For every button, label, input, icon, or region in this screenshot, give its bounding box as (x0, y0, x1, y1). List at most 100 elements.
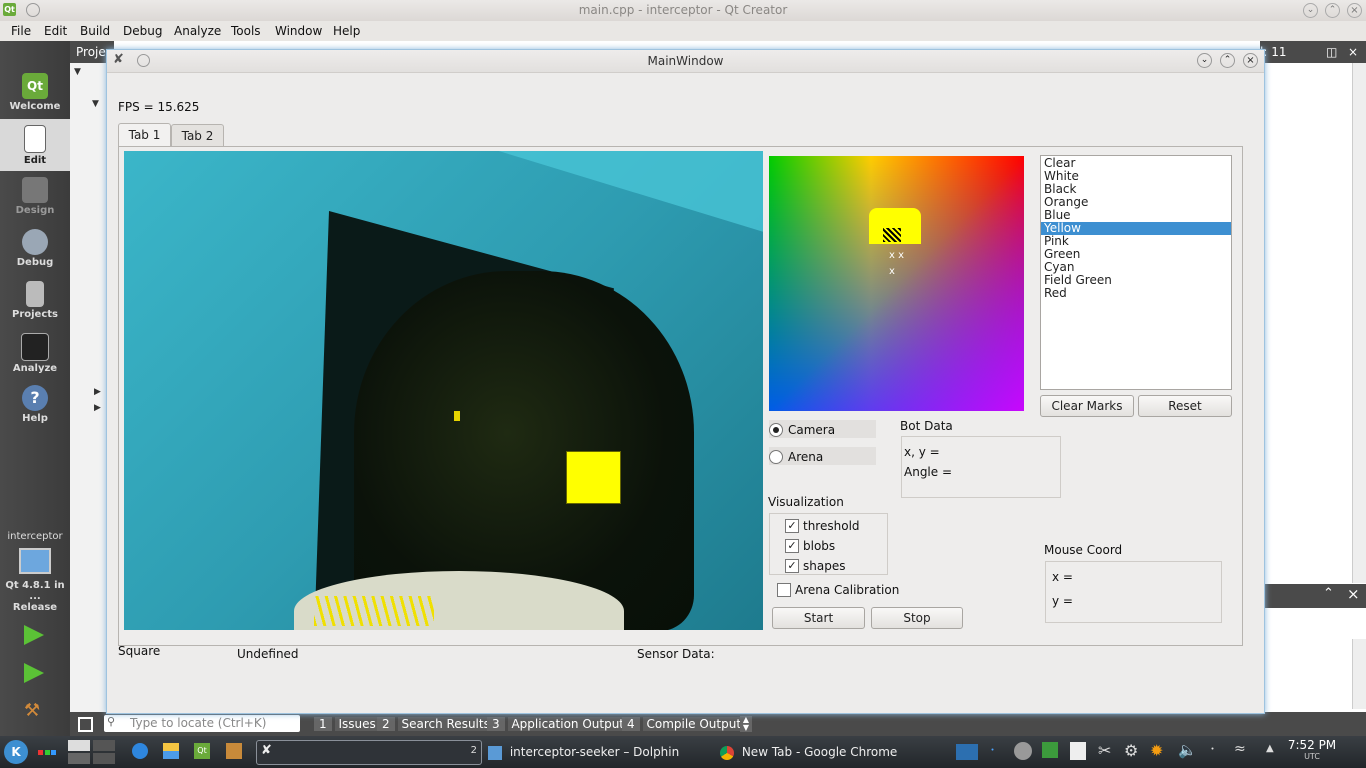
close-icon[interactable]: × (1243, 53, 1258, 68)
task-dolphin[interactable]: interceptor-seeker – Dolphin (488, 740, 708, 764)
close-pane-icon[interactable]: × (1347, 585, 1360, 603)
output-tab-compile-output[interactable]: 4 Compile Output (622, 714, 745, 734)
menu-analyze[interactable]: Analyze (174, 24, 221, 38)
projects-collapse-icon[interactable]: ▼ (74, 67, 81, 77)
activities-icon[interactable] (38, 750, 56, 755)
bluetooth-icon[interactable]: ᛫ (988, 742, 997, 760)
mouse-y-label: y = (1052, 594, 1073, 608)
menu-tools[interactable]: Tools (231, 24, 261, 38)
shape-label: Square (118, 644, 161, 658)
wifi-icon[interactable]: ≈ (1234, 741, 1246, 757)
qtcreator-launch-icon[interactable]: Qt (194, 743, 210, 759)
close-icon[interactable]: × (1347, 3, 1362, 18)
kit-selector[interactable]: interceptor Qt 4.8.1 in ... Release (0, 531, 70, 613)
debug-run-icon[interactable] (24, 663, 44, 683)
output-tab-search-results[interactable]: 2 Search Results (377, 714, 493, 734)
color-item-selected[interactable]: Yellow (1041, 222, 1231, 235)
pager-desktop-3[interactable] (93, 740, 115, 751)
output-scrollbar[interactable] (1352, 639, 1366, 709)
tree-expand-icon[interactable]: ▶ (94, 387, 101, 397)
camera-radio[interactable] (769, 423, 783, 437)
settings-gear-icon[interactable]: ⚙ (1124, 741, 1138, 760)
pager-desktop-1[interactable] (68, 740, 90, 751)
clear-marks-button[interactable]: Clear Marks (1040, 395, 1134, 417)
mode-debug[interactable]: Debug (0, 223, 70, 275)
toggle-sidebar-icon[interactable] (78, 717, 93, 732)
browser-icon[interactable] (132, 743, 148, 759)
maximize-pane-icon[interactable]: ⌃ (1323, 586, 1334, 601)
shapes-checkbox[interactable]: ✓ (785, 559, 799, 573)
notifications-burst-icon[interactable]: ✹ (1150, 741, 1163, 760)
mode-help[interactable]: ? Help (0, 379, 70, 431)
hue-overlay (769, 156, 1024, 411)
threshold-checkbox[interactable]: ✓ (785, 519, 799, 533)
build-hammer-icon[interactable]: ⚒ (24, 701, 44, 721)
maximize-icon[interactable]: ⌃ (1220, 53, 1235, 68)
output-tabs-menu-icon[interactable]: ▲ ▼ (740, 716, 752, 732)
mode-label: Welcome (9, 101, 61, 112)
output-tab-issues[interactable]: 1 Issues (314, 714, 379, 734)
color-item[interactable]: Field Green (1041, 274, 1231, 287)
camera-view[interactable] (124, 151, 763, 630)
shapes-label: shapes (803, 559, 846, 573)
menu-file[interactable]: File (11, 24, 31, 38)
kit-target: Qt 4.8.1 in ... (5, 580, 65, 602)
task-mainwindow[interactable]: ✘ 2 (256, 740, 482, 765)
notes-icon[interactable] (1070, 742, 1086, 760)
mode-edit[interactable]: Edit (0, 119, 70, 171)
clipboard-scissors-icon[interactable]: ✂ (1098, 741, 1111, 760)
menu-help[interactable]: Help (333, 24, 360, 38)
tray-expand-icon[interactable]: ▲ (1266, 743, 1274, 754)
maximize-icon[interactable]: ⌃ (1325, 3, 1340, 18)
clock[interactable]: 7:52 PM UTC (1284, 738, 1340, 761)
display-icon[interactable] (956, 744, 978, 760)
tree-collapse-icon[interactable]: ▼ (92, 99, 99, 109)
pager-desktop-2[interactable] (68, 753, 90, 764)
editor-scrollbar[interactable] (1352, 63, 1366, 583)
bot-data-title: Bot Data (900, 419, 953, 433)
file-manager-icon[interactable] (226, 743, 242, 759)
mode-welcome[interactable]: Qt Welcome (0, 67, 70, 119)
minimize-icon[interactable]: ⌄ (1303, 3, 1318, 18)
close-editor-icon[interactable]: × (1348, 41, 1358, 63)
hue-mark: x (889, 266, 895, 277)
run-icon[interactable] (24, 625, 44, 645)
tab-1[interactable]: Tab 1 (118, 123, 171, 147)
tab-2[interactable]: Tab 2 (171, 124, 224, 147)
arena-radio[interactable] (769, 450, 783, 464)
color-item[interactable]: Red (1041, 287, 1231, 300)
stop-button[interactable]: Stop (871, 607, 963, 629)
tab-number: 1 (314, 717, 332, 731)
tree-expand-icon[interactable]: ▶ (94, 403, 101, 413)
split-icon[interactable]: ◫ (1326, 41, 1337, 63)
blobs-checkbox[interactable]: ✓ (785, 539, 799, 553)
start-button[interactable]: Start (772, 607, 865, 629)
mode-design[interactable]: Design (0, 171, 70, 223)
arena-label: Arena (788, 450, 824, 464)
mainwindow-titlebar: ✘ MainWindow ⌄ ⌃ × (107, 50, 1264, 73)
menu-edit[interactable]: Edit (44, 24, 67, 38)
locate-field[interactable]: ⚲ Type to locate (Ctrl+K) (104, 715, 300, 732)
color-picker[interactable]: x x x (769, 156, 1024, 411)
output-tab-application-output[interactable]: 3 Application Output (487, 714, 628, 734)
volume-icon[interactable]: 🔈 (1178, 741, 1197, 759)
task-chrome[interactable]: New Tab - Google Chrome (720, 740, 940, 764)
menu-build[interactable]: Build (80, 24, 110, 38)
locate-placeholder: Type to locate (Ctrl+K) (130, 716, 267, 730)
arena-calibration-checkbox[interactable] (777, 583, 791, 597)
kde-launcher-icon[interactable]: K (4, 740, 28, 764)
updates-icon[interactable] (1042, 742, 1058, 758)
package-icon[interactable] (163, 743, 179, 759)
color-list[interactable]: Clear White Black Orange Blue Yellow Pin… (1040, 155, 1232, 390)
mode-projects[interactable]: Projects (0, 275, 70, 327)
network-manager-icon[interactable] (1014, 742, 1032, 760)
yellow-threshold-marks (454, 411, 460, 421)
reset-button[interactable]: Reset (1138, 395, 1232, 417)
pager-desktop-4[interactable] (93, 753, 115, 764)
menu-window[interactable]: Window (275, 24, 322, 38)
desktop-pager[interactable] (68, 740, 116, 764)
mode-analyze[interactable]: Analyze (0, 327, 70, 379)
minimize-icon[interactable]: ⌄ (1197, 53, 1212, 68)
menu-debug[interactable]: Debug (123, 24, 162, 38)
bluetooth-tray-icon[interactable]: ᛫ (1208, 741, 1217, 759)
